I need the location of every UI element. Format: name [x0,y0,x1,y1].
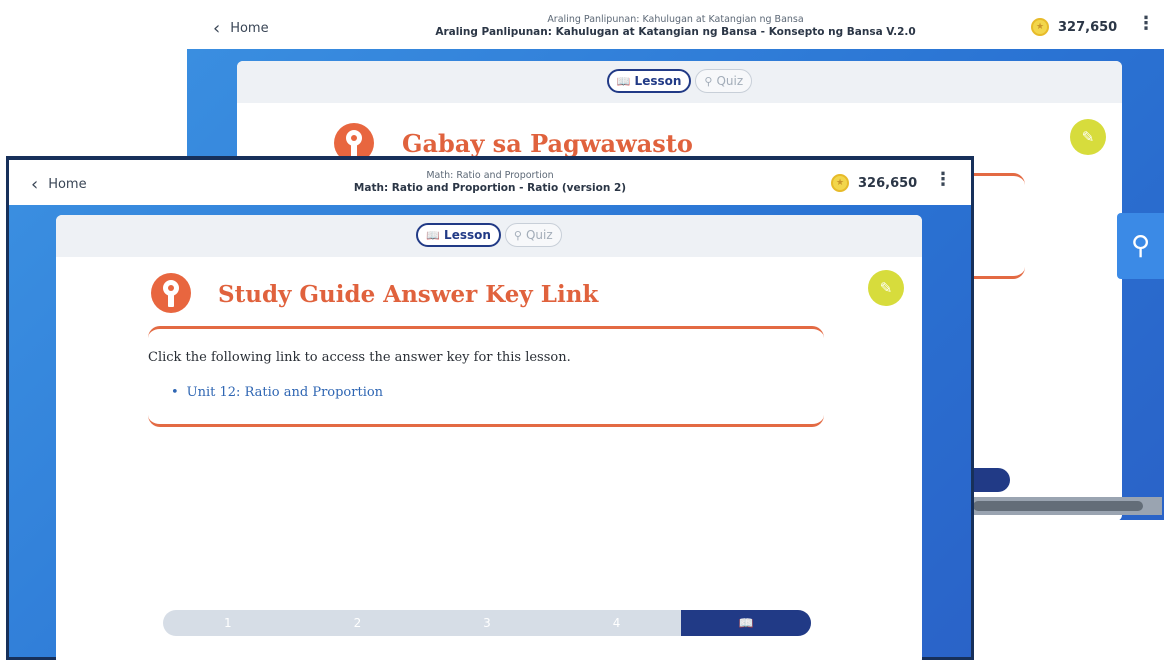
quiz-icon: ⚲ [1130,231,1151,261]
kebab-menu-icon[interactable]: ⋮ [1137,13,1155,34]
coin-count: 327,650 [1058,19,1118,35]
coin-count: 326,650 [858,175,918,191]
course-title: Math: Ratio and Proportion [426,170,554,181]
horizontal-scrollbar[interactable] [970,497,1162,515]
coin-balance: ★ 326,650 [831,174,917,192]
quiz-icon: ⚲ [704,74,713,88]
course-title: Araling Panlipunan: Kahulugan at Katangi… [547,14,804,25]
content-background: 📖 Lesson ⚲ Quiz Study Guide Answer Key L… [9,205,971,660]
tab-quiz-label: Quiz [716,74,744,88]
guide-box [148,326,824,427]
coin-icon: ★ [831,174,849,192]
page-3-button[interactable]: 3 [422,610,552,636]
page-title: Araling Panlipunan: Kahulugan at Katangi… [187,14,1164,38]
lesson-card: 📖 Lesson ⚲ Quiz Study Guide Answer Key L… [56,215,922,660]
tab-lesson-label: Lesson [444,228,491,242]
tab-quiz[interactable]: ⚲ Quiz [504,223,562,247]
quiz-icon: ⚲ [513,228,522,242]
pencil-icon[interactable]: ✎ [868,270,904,306]
answer-key-link[interactable]: • Unit 12: Ratio and Proportion [171,385,383,400]
tab-strip: 📖 Lesson ⚲ Quiz [237,61,1122,103]
link-label: Unit 12: Ratio and Proportion [186,385,384,400]
tab-lesson[interactable]: 📖 Lesson [606,69,692,93]
page-5-button[interactable]: 📖 [681,610,811,636]
lesson-title: Math: Ratio and Proportion - Ratio (vers… [353,182,627,194]
page-2-button[interactable]: 2 [293,610,423,636]
coin-icon: ★ [1031,18,1049,36]
kebab-menu-icon[interactable]: ⋮ [934,169,952,190]
instruction-text: Click the following link to access the a… [148,350,571,365]
tab-lesson[interactable]: 📖 Lesson [416,223,501,247]
top-bar: ‹ Home Math: Ratio and Proportion Math: … [9,160,971,205]
top-bar: ‹ Home Araling Panlipunan: Kahulugan at … [187,5,1164,49]
foreground-app-window: ‹ Home Math: Ratio and Proportion Math: … [6,156,974,660]
pencil-icon[interactable]: ✎ [1070,119,1106,155]
tab-lesson-label: Lesson [634,74,682,88]
book-icon: 📖 [426,228,441,242]
page-1-button[interactable]: 1 [163,610,293,636]
tab-quiz[interactable]: ⚲ Quiz [695,69,753,93]
lesson-title: Araling Panlipunan: Kahulugan at Katangi… [435,26,916,38]
key-icon [151,273,191,313]
tab-quiz-label: Quiz [525,228,553,242]
section-heading: Study Guide Answer Key Link [218,281,599,308]
bullet: • [171,385,179,400]
section-heading: Gabay sa Pagwawasto [402,129,693,158]
book-icon: 📖 [616,74,631,88]
coin-balance: ★ 327,650 [1031,18,1117,36]
page-4-button[interactable]: 4 [552,610,682,636]
page-navigator: 1 2 3 4 📖 [163,610,811,636]
quiz-side-button[interactable]: ⚲ [1117,213,1164,279]
tab-strip: 📖 Lesson ⚲ Quiz [56,215,922,257]
book-icon: 📖 [738,616,754,630]
scrollbar-thumb[interactable] [973,501,1143,511]
page-title: Math: Ratio and Proportion Math: Ratio a… [9,170,971,194]
